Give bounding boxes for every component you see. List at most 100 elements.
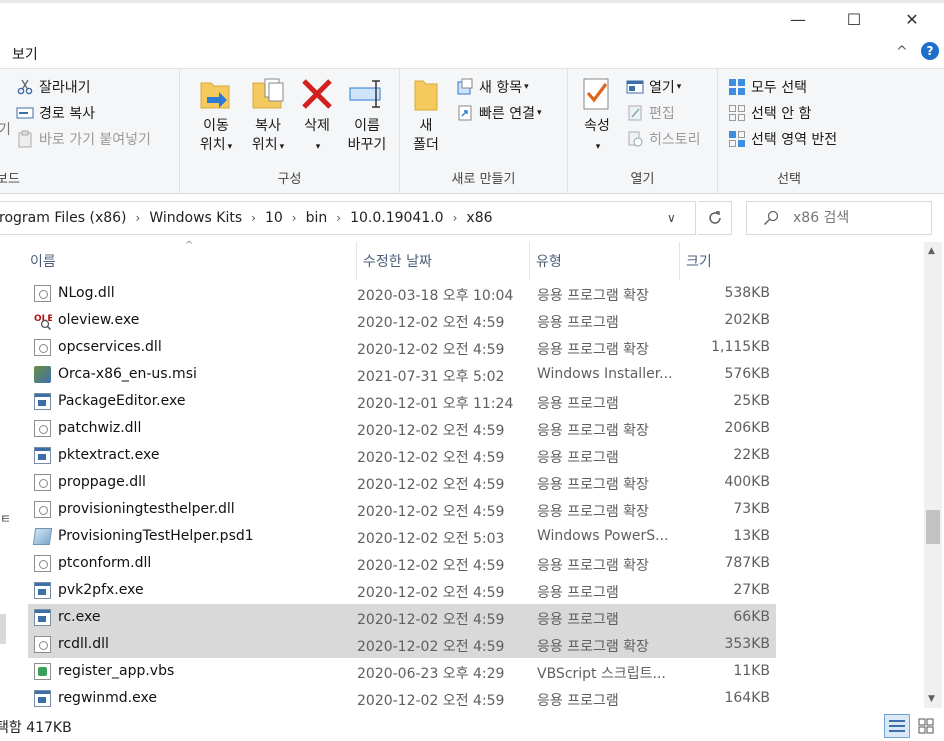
copy-to-icon bbox=[249, 75, 287, 113]
select-all-button[interactable]: 모두 선택 bbox=[728, 77, 807, 97]
file-row[interactable]: rcdll.dll 2020-12-02 오전 4:59 응용 프로그램 확장 353… bbox=[28, 631, 776, 658]
nav-selected-item[interactable] bbox=[0, 614, 6, 644]
properties-label: 속성 bbox=[584, 118, 610, 134]
refresh-icon bbox=[708, 211, 721, 224]
file-row[interactable]: ptconform.dll 2020-12-02 오전 4:59 응용 프로그램 확… bbox=[28, 550, 776, 577]
breadcrumb-separator-icon[interactable]: › bbox=[336, 211, 341, 225]
vertical-scrollbar[interactable]: ▲ ▼ bbox=[924, 242, 942, 708]
select-none-button[interactable]: 선택 안 함 bbox=[728, 103, 811, 123]
details-view-button[interactable] bbox=[884, 714, 910, 738]
copy-to-button[interactable]: 복사 위치 ▾ bbox=[242, 75, 294, 157]
file-row[interactable]: pvk2pfx.exe 2020-12-02 오전 4:59 응용 프로그램 27KB bbox=[28, 577, 776, 604]
new-folder-button[interactable]: 새 폴더 bbox=[406, 75, 446, 155]
scrollbar-thumb[interactable] bbox=[926, 510, 940, 544]
collapse-ribbon-icon[interactable]: ^ bbox=[896, 44, 908, 60]
help-icon[interactable]: ? bbox=[921, 42, 939, 60]
invert-selection-button[interactable]: 선택 영역 반전 bbox=[728, 129, 837, 149]
scroll-up-icon[interactable]: ▲ bbox=[928, 246, 935, 256]
open-button[interactable]: 열기 ▾ bbox=[626, 77, 681, 97]
delete-button[interactable]: 삭제 ▾ bbox=[296, 75, 338, 157]
column-header-type[interactable]: 유형 bbox=[529, 242, 679, 280]
file-row[interactable]: PackageEditor.exe 2020-12-01 오후 11:24 응용 프… bbox=[28, 388, 776, 415]
new-item-button[interactable]: 새 항목 ▾ bbox=[456, 77, 529, 97]
file-row[interactable]: opcservices.dll 2020-12-02 오전 4:59 응용 프로그램… bbox=[28, 334, 776, 361]
status-text: 택함 417KB bbox=[0, 720, 72, 736]
column-header-size[interactable]: 크기 bbox=[679, 242, 779, 280]
file-type: 응용 프로그램 확장 bbox=[537, 288, 649, 304]
properties-caret[interactable]: ▾ bbox=[574, 136, 620, 157]
file-type: 응용 프로그램 bbox=[537, 315, 619, 331]
file-type: 응용 프로그램 확장 bbox=[537, 558, 649, 574]
breadcrumb-x86[interactable]: x86 bbox=[466, 210, 492, 226]
column-size-label: 크기 bbox=[686, 254, 712, 270]
history-button[interactable]: 히스토리 bbox=[626, 129, 701, 149]
breadcrumb-separator-icon[interactable]: › bbox=[136, 211, 141, 225]
exe-icon bbox=[34, 393, 51, 410]
search-box[interactable] bbox=[746, 201, 932, 235]
file-name: rcdll.dll bbox=[58, 636, 109, 652]
file-row[interactable]: proppage.dll 2020-12-02 오전 4:59 응용 프로그램 확장… bbox=[28, 469, 776, 496]
file-row[interactable]: rc.exe 2020-12-02 오전 4:59 응용 프로그램 66KB bbox=[28, 604, 776, 631]
file-row[interactable]: patchwiz.dll 2020-12-02 오전 4:59 응용 프로그램 확장… bbox=[28, 415, 776, 442]
select-none-label: 선택 안 함 bbox=[751, 106, 812, 122]
file-size: 787KB bbox=[724, 555, 770, 571]
rename-button[interactable]: 이름 바꾸기 bbox=[342, 75, 392, 155]
breadcrumb-program-files[interactable]: rogram Files (x86) bbox=[0, 210, 127, 226]
properties-button[interactable]: 속성 ▾ bbox=[574, 75, 620, 157]
file-name: Orca-x86_en-us.msi bbox=[58, 366, 197, 382]
select-none-icon bbox=[728, 104, 746, 122]
file-name: rc.exe bbox=[58, 609, 101, 625]
file-row[interactable]: Orca-x86_en-us.msi 2021-07-31 오후 5:02 Wind… bbox=[28, 361, 776, 388]
dll-icon bbox=[34, 636, 51, 653]
file-row[interactable]: provisioningtesthelper.dll 2020-12-02 오전 … bbox=[28, 496, 776, 523]
msi-icon bbox=[34, 366, 51, 383]
file-date: 2020-12-02 오전 5:03 bbox=[357, 531, 505, 547]
column-header-name[interactable]: ^ 이름 bbox=[30, 240, 352, 280]
file-name: oleview.exe bbox=[58, 312, 140, 328]
file-date: 2020-12-02 오전 4:59 bbox=[357, 639, 505, 655]
breadcrumb-windows-kits[interactable]: Windows Kits bbox=[149, 210, 242, 226]
maximize-button[interactable]: ☐ bbox=[831, 0, 877, 38]
details-view-icon-line bbox=[889, 725, 905, 727]
easy-access-icon bbox=[456, 104, 474, 122]
file-row[interactable]: pktextract.exe 2020-12-02 오전 4:59 응용 프로그램 2… bbox=[28, 442, 776, 469]
file-date: 2020-12-02 오전 4:59 bbox=[357, 612, 505, 628]
search-input[interactable] bbox=[793, 210, 913, 226]
file-row[interactable]: ProvisioningTestHelper.psd1 2020-12-02 오전… bbox=[28, 523, 776, 550]
delete-caret[interactable]: ▾ bbox=[296, 136, 338, 157]
edit-button[interactable]: 편집 bbox=[626, 103, 675, 123]
chevron-down-icon[interactable]: ∨ bbox=[667, 211, 676, 225]
easy-access-button[interactable]: 빠른 연결 ▾ bbox=[456, 103, 542, 123]
nav-partial-label: ㅌ bbox=[0, 512, 12, 526]
refresh-button[interactable] bbox=[698, 201, 732, 235]
breadcrumb-bin[interactable]: bin bbox=[306, 210, 328, 226]
move-to-button[interactable]: 이동 위치 ▾ bbox=[190, 75, 242, 157]
tab-view[interactable]: 보기 bbox=[12, 44, 38, 64]
minimize-button[interactable]: — bbox=[775, 0, 821, 38]
close-button[interactable]: ✕ bbox=[889, 0, 935, 38]
cut-button[interactable]: 잘라내기 bbox=[16, 77, 91, 97]
large-icons-view-button[interactable] bbox=[914, 714, 938, 738]
file-row[interactable]: NLog.dll 2020-03-18 오후 10:04 응용 프로그램 확장 538… bbox=[28, 280, 776, 307]
oleview-icon: OLE bbox=[34, 312, 54, 331]
breadcrumb-separator-icon[interactable]: › bbox=[251, 211, 256, 225]
file-size: 576KB bbox=[724, 366, 770, 382]
exe-icon bbox=[34, 690, 51, 707]
file-row[interactable]: OLE oleview.exe 2020-12-02 오전 4:59 응용 프로그램 2… bbox=[28, 307, 776, 334]
delete-label: 삭제 bbox=[304, 118, 330, 134]
file-row[interactable]: register_app.vbs 2020-06-23 오후 4:29 VBScri… bbox=[28, 658, 776, 685]
breadcrumb-version[interactable]: 10.0.19041.0 bbox=[350, 210, 444, 226]
column-header-date[interactable]: 수정한 날짜 bbox=[356, 242, 528, 280]
paste-shortcut-button[interactable]: 바로 가기 붙여넣기 bbox=[16, 129, 151, 149]
breadcrumb-separator-icon[interactable]: › bbox=[292, 211, 297, 225]
breadcrumb-10[interactable]: 10 bbox=[265, 210, 283, 226]
file-row[interactable]: regwinmd.exe 2020-12-02 오전 4:59 응용 프로그램 164… bbox=[28, 685, 776, 712]
breadcrumb-separator-icon[interactable]: › bbox=[453, 211, 458, 225]
file-date: 2020-12-02 오전 4:59 bbox=[357, 585, 505, 601]
dll-icon bbox=[34, 555, 51, 572]
file-size: 538KB bbox=[724, 285, 770, 301]
copy-path-button[interactable]: 경로 복사 bbox=[16, 103, 95, 123]
scroll-down-icon[interactable]: ▼ bbox=[928, 694, 935, 704]
properties-icon bbox=[578, 75, 616, 113]
address-bar[interactable]: rogram Files (x86) › Windows Kits › 10 ›… bbox=[0, 201, 696, 235]
